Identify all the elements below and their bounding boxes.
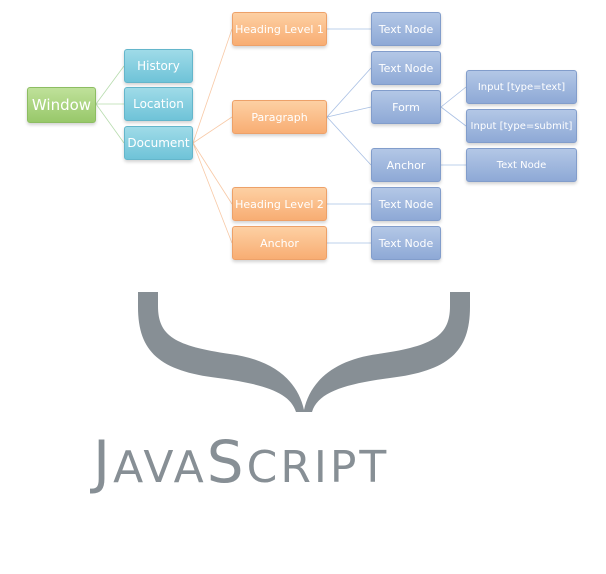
node-text-anchor-paragraph: Text Node: [466, 148, 577, 182]
node-text-heading2: Text Node: [371, 187, 441, 221]
node-heading-level-2: Heading Level 2: [232, 187, 327, 221]
logo-letter-j: J: [93, 428, 114, 496]
node-anchor-document: Anchor: [232, 226, 327, 260]
javascript-logo-text: J AVA S CRIPT: [93, 428, 523, 496]
logo-letter-s: S: [206, 428, 247, 496]
node-input-text: Input [type=text]: [466, 70, 577, 104]
connector-paragraph-anchor: [326, 116, 372, 166]
connector-form-input-submit: [440, 106, 467, 127]
connector-window-history: [95, 65, 125, 105]
node-input-submit: Input [type=submit]: [466, 109, 577, 143]
node-text-heading1: Text Node: [371, 12, 441, 46]
node-window: Window: [27, 87, 96, 123]
node-form: Form: [371, 90, 441, 124]
node-text-paragraph: Text Node: [371, 51, 441, 85]
connector-document-anchor: [192, 142, 233, 244]
connector-document-paragraph: [192, 116, 233, 144]
node-text-anchor: Text Node: [371, 226, 441, 260]
connector-paragraph-form: [326, 106, 372, 118]
node-anchor-paragraph: Anchor: [371, 148, 441, 182]
node-document: Document: [124, 126, 193, 160]
node-heading-level-1: Heading Level 1: [232, 12, 327, 46]
connector-document-heading1: [192, 28, 233, 144]
connector-paragraph-text: [326, 67, 372, 118]
node-location: Location: [124, 87, 193, 121]
connector-window-document: [95, 103, 125, 144]
logo-letters-ava: AVA: [113, 442, 207, 493]
node-paragraph: Paragraph: [232, 100, 327, 134]
connector-form-input-text: [440, 86, 467, 108]
connector-document-heading2: [192, 142, 233, 205]
node-history: History: [124, 49, 193, 83]
logo-letters-cript: CRIPT: [246, 442, 390, 493]
